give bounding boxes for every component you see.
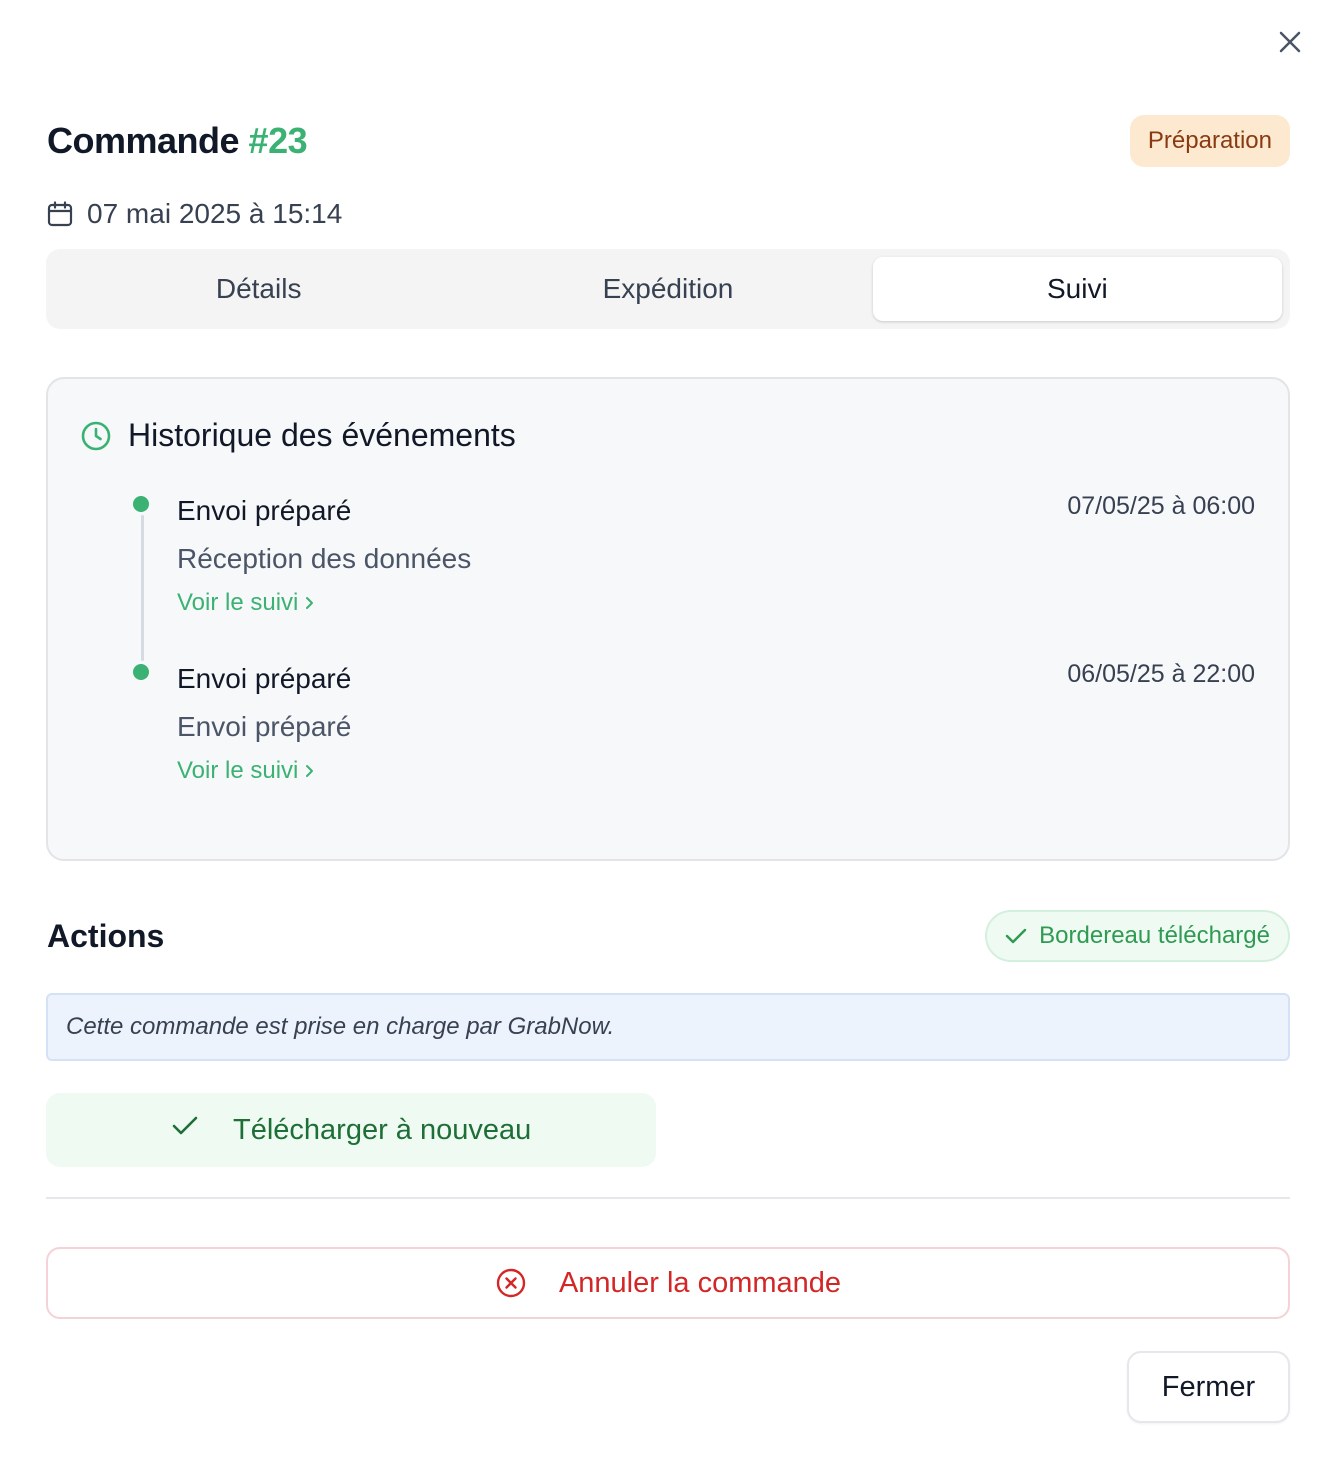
page-title: Commande #23 xyxy=(47,120,308,162)
modal-header: Commande #23 Préparation xyxy=(47,115,1290,167)
history-title: Historique des événements xyxy=(128,417,516,453)
view-tracking-label: Voir le suivi xyxy=(177,757,299,784)
event-title: Envoi préparé xyxy=(177,495,352,526)
event-date: 07/05/25 à 06:00 xyxy=(1067,492,1255,520)
event-subtitle: Envoi préparé xyxy=(177,711,352,742)
timeline-dot xyxy=(133,496,149,512)
tab-bar: Détails Expédition Suivi xyxy=(46,249,1290,329)
tab-suivi[interactable]: Suivi xyxy=(872,257,1282,321)
timeline-line xyxy=(141,515,144,661)
divider xyxy=(46,1197,1290,1199)
cancel-order-button[interactable]: Annuler la commande xyxy=(46,1247,1290,1319)
downloaded-badge-label: Bordereau téléchargé xyxy=(1039,922,1270,949)
order-date-text: 07 mai 2025 à 15:14 xyxy=(87,198,343,229)
history-header: Historique des événements xyxy=(80,417,516,454)
event-date: 06/05/25 à 22:00 xyxy=(1067,660,1255,688)
chevron-right-icon xyxy=(306,765,314,777)
title-prefix: Commande xyxy=(47,120,240,161)
order-modal: Commande #23 Préparation 07 mai 2025 à 1… xyxy=(0,0,1330,1468)
redownload-button[interactable]: Télécharger à nouveau xyxy=(46,1093,656,1167)
cancel-order-label: Annuler la commande xyxy=(558,1266,842,1299)
redownload-label: Télécharger à nouveau xyxy=(233,1113,532,1146)
tab-expedition[interactable]: Expédition xyxy=(463,257,872,321)
timeline-dot xyxy=(133,664,149,680)
info-message: Cette commande est prise en charge par G… xyxy=(46,993,1290,1061)
view-tracking-link[interactable]: Voir le suivi xyxy=(177,757,316,785)
clock-icon xyxy=(81,421,111,450)
order-date: 07 mai 2025 à 15:14 xyxy=(47,196,342,232)
event-subtitle: Réception des données xyxy=(177,543,472,574)
event-title: Envoi préparé xyxy=(177,663,352,694)
calendar-icon xyxy=(47,201,73,227)
check-icon xyxy=(1005,928,1027,944)
actions-header: Actions Bordereau téléchargé xyxy=(47,910,1290,962)
actions-title: Actions xyxy=(47,917,165,954)
close-button[interactable] xyxy=(1270,22,1310,62)
history-card: Historique des événements Envoi préparé … xyxy=(46,377,1290,861)
order-number: #23 xyxy=(248,120,308,161)
chevron-right-icon xyxy=(306,597,314,609)
check-icon xyxy=(172,1116,198,1135)
close-icon xyxy=(1279,31,1301,53)
status-badge: Préparation xyxy=(1129,115,1290,167)
downloaded-badge: Bordereau téléchargé xyxy=(985,910,1290,962)
view-tracking-link[interactable]: Voir le suivi xyxy=(177,589,316,617)
tab-details[interactable]: Détails xyxy=(54,257,463,321)
close-footer-button[interactable]: Fermer xyxy=(1127,1351,1290,1423)
view-tracking-label: Voir le suivi xyxy=(177,589,299,616)
x-circle-icon xyxy=(496,1268,526,1298)
